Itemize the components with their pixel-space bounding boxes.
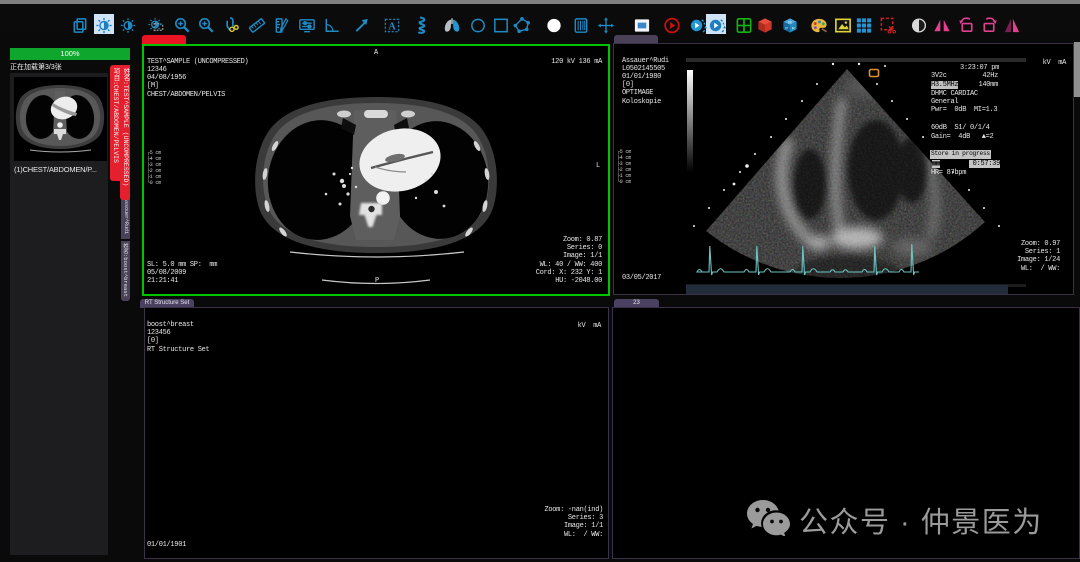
svg-text:R: R [792, 26, 795, 30]
svg-text:A: A [388, 21, 396, 32]
svg-text:M: M [789, 21, 792, 25]
svg-text:P: P [786, 26, 789, 30]
